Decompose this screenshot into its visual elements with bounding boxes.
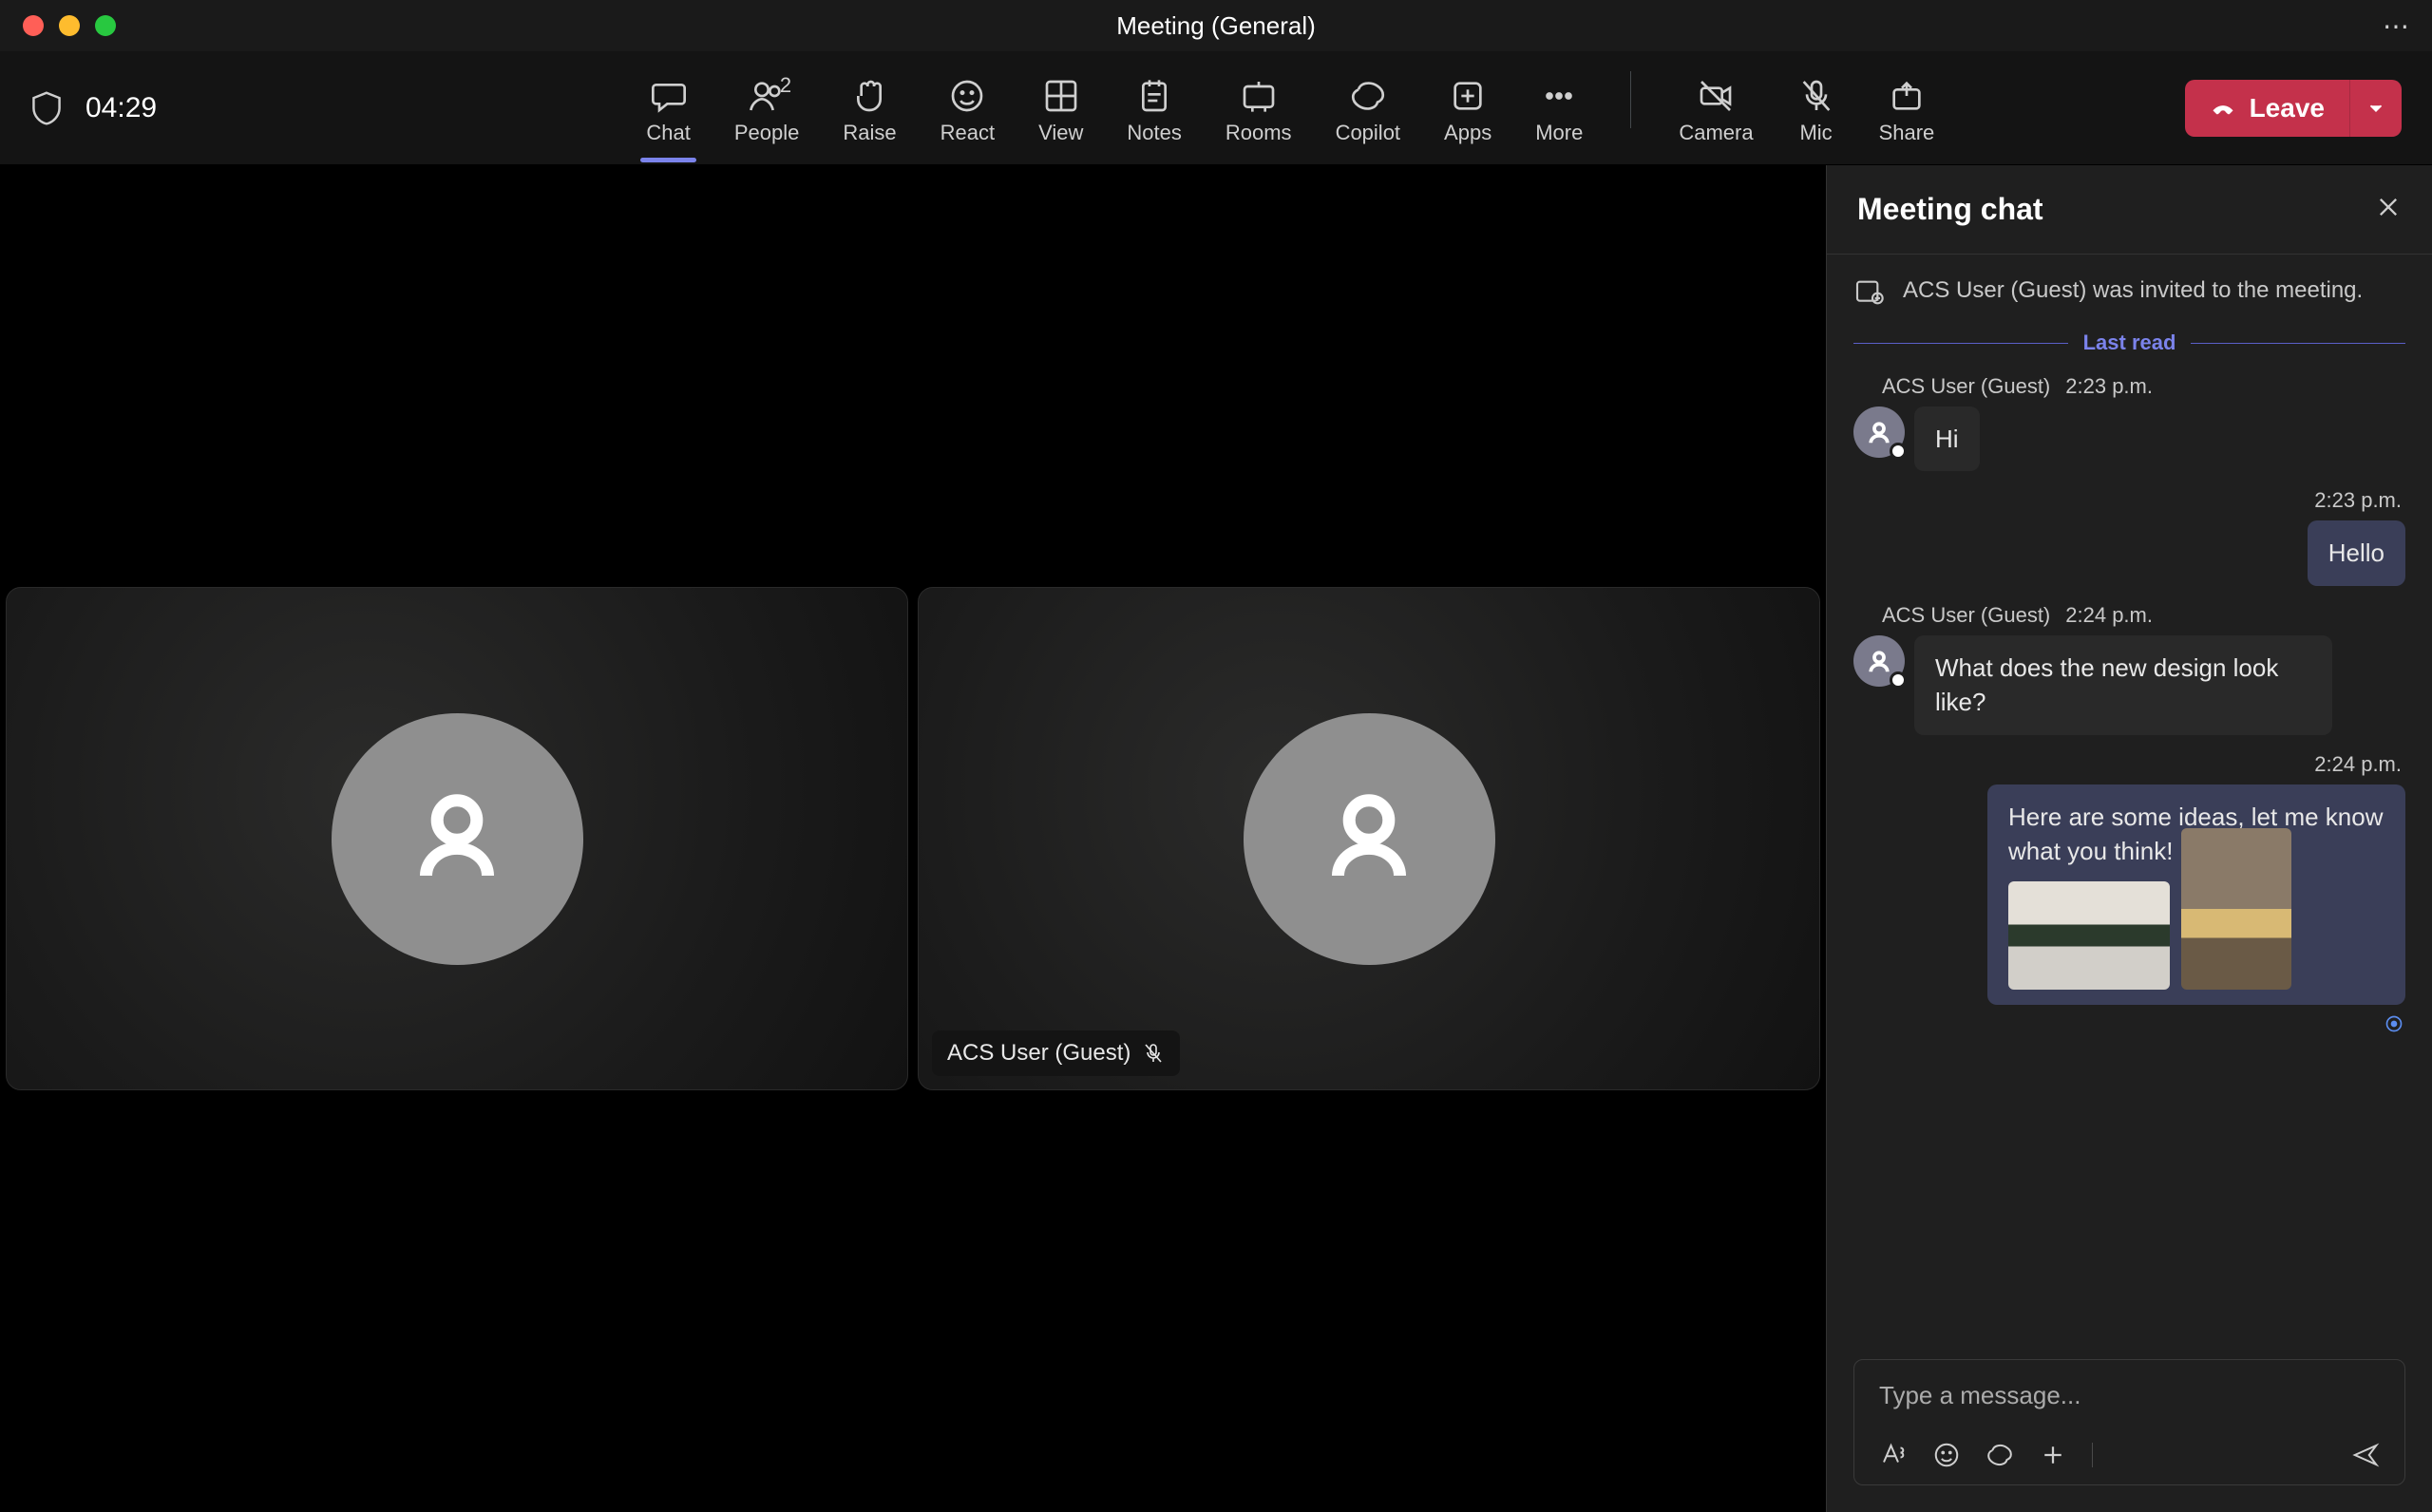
format-icon[interactable] [1879,1441,1908,1469]
avatar-placeholder [1244,713,1495,965]
message-meta: ACS User (Guest) 2:23 p.m. [1882,374,2405,399]
message-bubble: Hi [1914,406,1980,471]
hangup-icon [2210,95,2236,122]
react-icon [948,77,986,115]
titlebar: Meeting (General) ⋯ [0,0,2432,51]
mic-off-icon [1797,77,1835,115]
image-attachment[interactable] [2181,828,2291,990]
read-receipt [1853,1014,2404,1033]
seen-icon [2384,1014,2404,1033]
toolbar-people[interactable]: 2 People [734,71,800,145]
chat-panel: Meeting chat ACS User (Guest) was invite… [1826,165,2432,1512]
message-bubble: Here are some ideas, let me know what yo… [1987,784,2405,1006]
toolbar-notes[interactable]: Notes [1127,71,1181,145]
message-bubble: Hello [2308,520,2405,585]
chat-message[interactable]: Hi [1853,406,2405,471]
share-icon [1888,77,1926,115]
last-read-separator: Last read [1853,331,2405,355]
chat-messages[interactable]: ACS User (Guest) was invited to the meet… [1827,255,2432,1340]
message-meta: 2:23 p.m. [1853,488,2402,513]
chat-message[interactable]: What does the new design look like? [1853,635,2405,735]
leave-dropdown[interactable] [2349,80,2402,137]
meeting-timer: 04:29 [86,92,157,124]
avatar [1853,635,1905,687]
rooms-icon [1240,77,1278,115]
shield-icon[interactable] [30,90,63,126]
toolbar-share[interactable]: Share [1879,71,1935,145]
presence-indicator [1890,671,1907,689]
calendar-invite-icon [1853,275,1884,306]
chat-panel-title: Meeting chat [1857,192,2043,227]
titlebar-more-button[interactable]: ⋯ [2383,10,2409,42]
participant-tile-guest[interactable]: ACS User (Guest) [918,587,1820,1090]
toolbar-copilot[interactable]: Copilot [1336,71,1400,145]
emoji-icon[interactable] [1932,1441,1961,1469]
chat-message-own[interactable]: Here are some ideas, let me know what yo… [1853,784,2405,1006]
toolbar-chat[interactable]: Chat [646,71,690,145]
toolbar-camera[interactable]: Camera [1679,71,1753,145]
toolbar-apps[interactable]: Apps [1444,71,1492,145]
leave-button[interactable]: Leave [2185,80,2349,137]
toolbar-react[interactable]: React [940,71,995,145]
chevron-down-icon [2366,98,2386,119]
message-input[interactable]: Type a message... [1854,1360,2404,1431]
image-attachment[interactable] [2008,881,2170,990]
loop-icon[interactable] [1986,1441,2014,1469]
message-meta: ACS User (Guest) 2:24 p.m. [1882,603,2405,628]
toolbar-raise[interactable]: Raise [843,71,896,145]
message-bubble: What does the new design look like? [1914,635,2332,735]
avatar [1853,406,1905,458]
apps-icon [1449,77,1487,115]
more-icon [1540,77,1578,115]
fullscreen-window-button[interactable] [95,15,116,36]
chat-icon [650,77,688,115]
compose-box: Type a message... [1853,1359,2405,1485]
meeting-toolbar: 04:29 Chat 2 People Raise React V [0,51,2432,165]
avatar-placeholder [332,713,583,965]
mic-muted-icon [1142,1042,1165,1065]
close-icon [2375,194,2402,220]
close-window-button[interactable] [23,15,44,36]
chat-message-own[interactable]: Hello [1853,520,2405,585]
system-message: ACS User (Guest) was invited to the meet… [1853,274,2405,308]
camera-off-icon [1697,77,1735,115]
raise-hand-icon [850,77,888,115]
copilot-icon [1349,77,1387,115]
compose-divider [2092,1443,2093,1467]
toolbar-divider [1630,71,1631,128]
toolbar-view[interactable]: View [1038,71,1083,145]
participant-tile-self[interactable] [6,587,908,1090]
message-meta: 2:24 p.m. [1853,752,2402,777]
toolbar-more[interactable]: More [1535,71,1583,145]
window-controls [23,15,116,36]
chat-close-button[interactable] [2375,194,2402,225]
notes-icon [1135,77,1173,115]
view-icon [1042,77,1080,115]
presence-indicator [1890,443,1907,460]
add-icon[interactable] [2039,1441,2067,1469]
toolbar-rooms[interactable]: Rooms [1226,71,1292,145]
send-button[interactable] [2351,1441,2380,1469]
video-stage: ACS User (Guest) [0,165,1826,1512]
toolbar-mic[interactable]: Mic [1797,71,1835,145]
attachments [2008,881,2384,990]
window-title: Meeting (General) [1116,11,1316,41]
participant-label: ACS User (Guest) [932,1030,1180,1076]
minimize-window-button[interactable] [59,15,80,36]
people-count: 2 [780,73,791,98]
